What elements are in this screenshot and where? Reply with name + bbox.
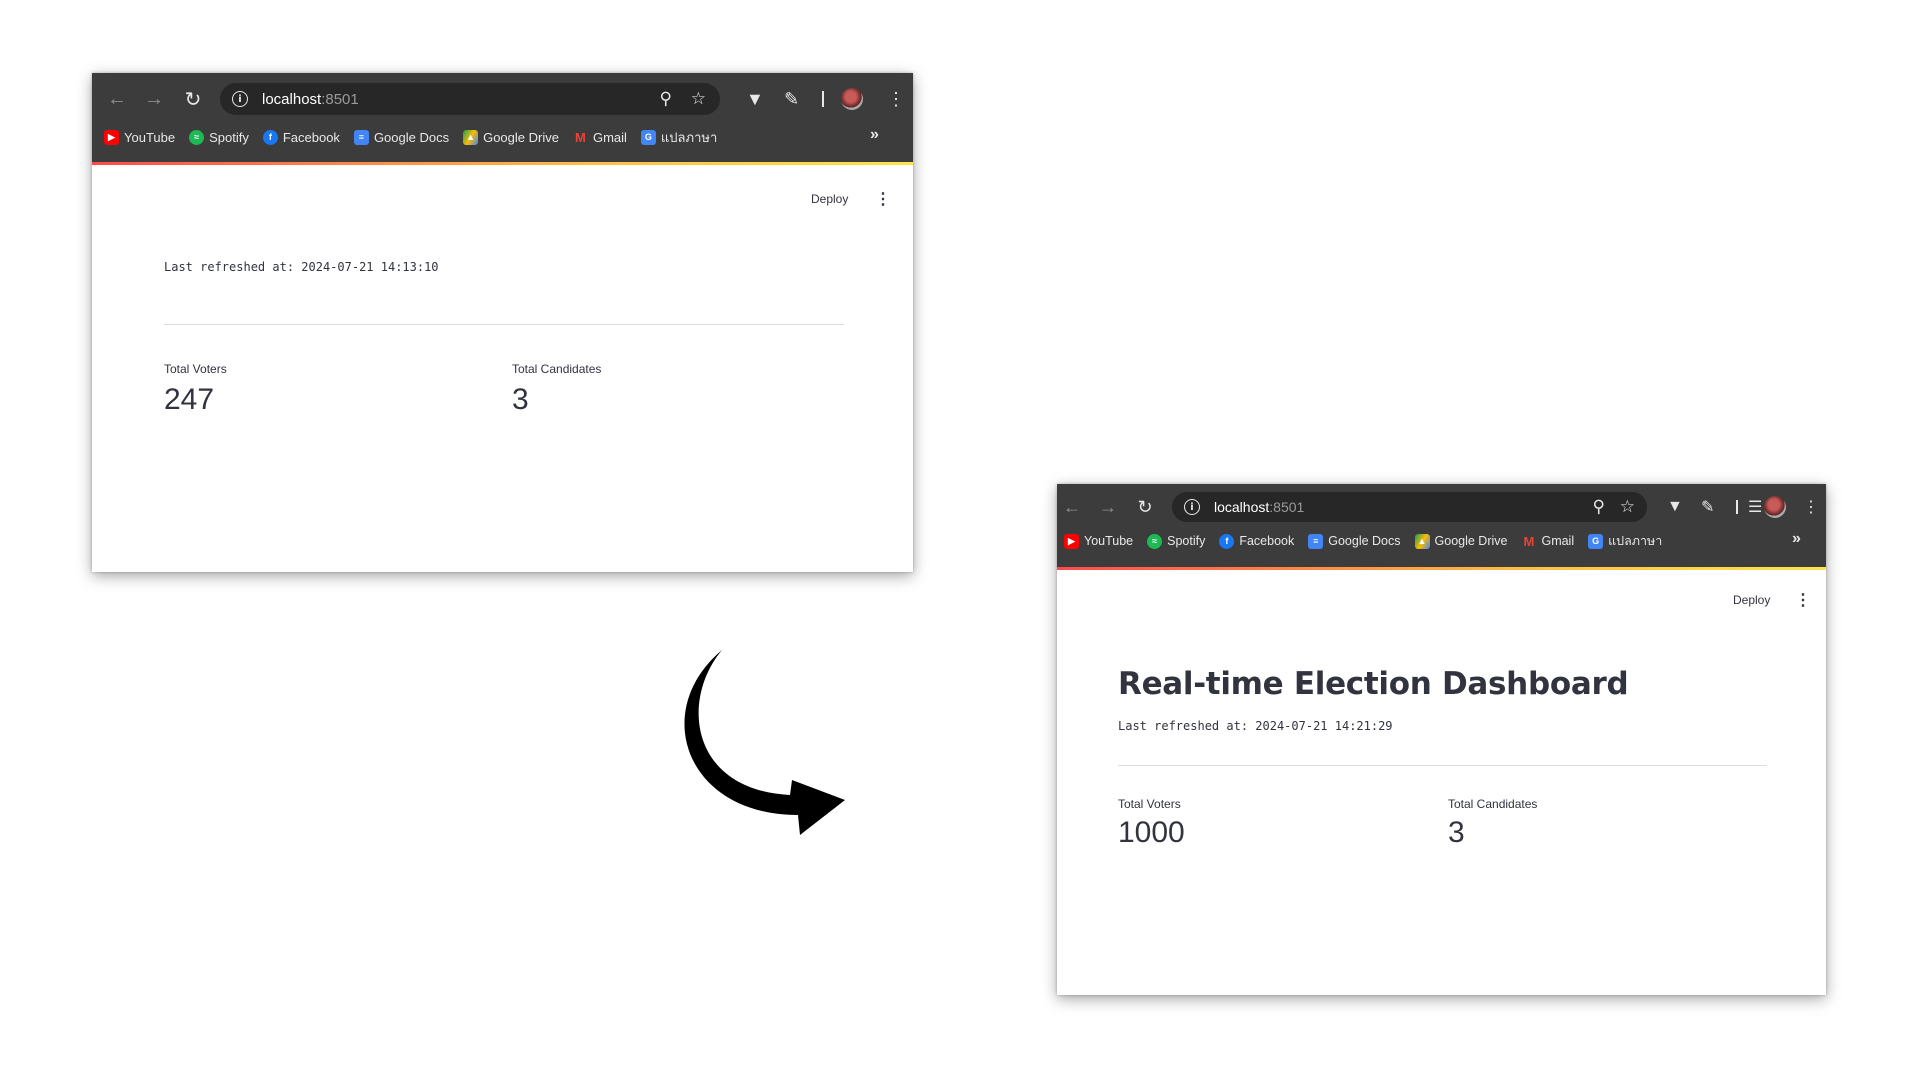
browser-menu-icon[interactable]: ⋮ xyxy=(1803,489,1819,525)
bookmark-facebook[interactable]: f Facebook xyxy=(262,129,340,145)
extensions-puzzle-icon[interactable]: ✎ xyxy=(1701,489,1714,525)
bookmark-star-icon[interactable]: ☆ xyxy=(691,83,706,115)
spotify-icon: ≈ xyxy=(189,129,205,145)
address-bar[interactable]: i localhost:8501 ⚲ ☆ xyxy=(220,83,720,115)
bookmark-spotify[interactable]: ≈ Spotify xyxy=(189,129,249,145)
metric-label-total-voters: Total Voters xyxy=(1118,797,1181,811)
bookmarks-overflow-icon[interactable]: » xyxy=(1792,530,1801,548)
google-translate-icon: G xyxy=(1588,533,1604,549)
address-bar[interactable]: i localhost:8501 ⚲ ☆ xyxy=(1172,492,1647,522)
deploy-button[interactable]: Deploy xyxy=(1733,593,1770,607)
deploy-button[interactable]: Deploy xyxy=(811,192,848,206)
google-drive-icon: ▲ xyxy=(463,129,479,145)
toolbar-separator xyxy=(1736,500,1738,514)
bookmark-star-icon[interactable]: ☆ xyxy=(1620,492,1635,522)
toolbar-separator xyxy=(822,91,824,107)
forward-icon[interactable]: → xyxy=(139,79,169,119)
google-translate-icon: G xyxy=(640,129,656,145)
metric-value-total-voters: 1000 xyxy=(1118,816,1185,849)
browser-toolbar: ← → ↻ i localhost:8501 ⚲ ☆ ▼ ✎ ☰ ⋮ xyxy=(1057,489,1826,525)
divider xyxy=(1118,765,1767,766)
browser-chrome: ← → ↻ i localhost:8501 ⚲ ☆ ▼ ✎ ☰ ⋮ ▶ YouT… xyxy=(1057,484,1826,567)
bookmark-youtube[interactable]: ▶ YouTube xyxy=(104,129,175,145)
media-queue-icon[interactable]: ☰ xyxy=(1748,489,1762,525)
bookmark-google-drive[interactable]: ▲ Google Drive xyxy=(463,129,559,145)
bookmark-gmail[interactable]: M Gmail xyxy=(573,130,627,145)
back-icon[interactable]: ← xyxy=(1057,489,1087,525)
bookmark-google-docs[interactable]: ≡ Google Docs xyxy=(353,129,449,145)
last-refreshed-text: Last refreshed at: 2024-07-21 14:21:29 xyxy=(1118,719,1393,733)
bookmark-youtube[interactable]: ▶ YouTube xyxy=(1064,533,1133,549)
metric-label-total-candidates: Total Candidates xyxy=(512,362,602,376)
forward-icon[interactable]: → xyxy=(1093,489,1123,525)
bookmark-translate[interactable]: G แปลภาษา xyxy=(640,127,717,148)
page-title: Real-time Election Dashboard xyxy=(1118,666,1629,702)
extensions-puzzle-icon[interactable]: ✎ xyxy=(784,79,799,119)
google-docs-icon: ≡ xyxy=(353,129,369,145)
url-text: localhost:8501 xyxy=(1214,499,1305,515)
back-icon[interactable]: ← xyxy=(102,79,132,119)
bookmark-gmail[interactable]: M Gmail xyxy=(1521,533,1575,549)
zoom-icon[interactable]: ⚲ xyxy=(660,83,672,115)
browser-window-before: ← → ↻ i localhost:8501 ⚲ ☆ ▼ ✎ ⋮ ▶ YouTub… xyxy=(92,73,913,572)
metric-value-total-candidates: 3 xyxy=(512,383,529,416)
browser-window-after: ← → ↻ i localhost:8501 ⚲ ☆ ▼ ✎ ☰ ⋮ ▶ YouT… xyxy=(1057,484,1826,995)
browser-chrome: ← → ↻ i localhost:8501 ⚲ ☆ ▼ ✎ ⋮ ▶ YouTub… xyxy=(92,73,913,162)
last-refreshed-text: Last refreshed at: 2024-07-21 14:13:10 xyxy=(164,260,439,274)
facebook-icon: f xyxy=(1219,533,1235,549)
transition-arrow-icon xyxy=(684,650,845,835)
main-menu-icon[interactable]: ⋮ xyxy=(1795,590,1811,610)
metric-label-total-candidates: Total Candidates xyxy=(1448,797,1538,811)
youtube-icon: ▶ xyxy=(1064,533,1079,549)
profile-avatar[interactable] xyxy=(1764,496,1786,518)
google-docs-icon: ≡ xyxy=(1308,533,1324,549)
streamlit-header-decoration xyxy=(1057,567,1826,570)
bookmark-translate[interactable]: G แปลภาษา xyxy=(1588,531,1662,551)
bookmark-google-drive[interactable]: ▲ Google Drive xyxy=(1414,533,1507,549)
browser-toolbar: ← → ↻ i localhost:8501 ⚲ ☆ ▼ ✎ ⋮ xyxy=(92,79,913,119)
reload-icon[interactable]: ↻ xyxy=(178,79,208,119)
bookmark-spotify[interactable]: ≈ Spotify xyxy=(1147,533,1205,549)
google-drive-icon: ▲ xyxy=(1414,533,1430,549)
gmail-icon: M xyxy=(575,129,586,145)
spotify-icon: ≈ xyxy=(1147,533,1163,549)
facebook-icon: f xyxy=(262,129,278,145)
divider xyxy=(164,324,844,325)
site-info-icon[interactable]: i xyxy=(232,91,248,107)
gmail-icon: M xyxy=(1523,533,1535,549)
url-text: localhost:8501 xyxy=(262,90,359,108)
zoom-icon[interactable]: ⚲ xyxy=(1593,492,1605,522)
metric-label-total-voters: Total Voters xyxy=(164,362,227,376)
bookmark-facebook[interactable]: f Facebook xyxy=(1219,533,1294,549)
bookmarks-bar: ▶ YouTube ≈ Spotify f Facebook ≡ Google Docs… xyxy=(1064,529,1826,553)
streamlit-header-decoration xyxy=(92,162,913,165)
metric-value-total-candidates: 3 xyxy=(1448,816,1465,849)
profile-avatar[interactable] xyxy=(841,88,863,110)
reload-icon[interactable]: ↻ xyxy=(1130,489,1160,525)
bookmark-google-docs[interactable]: ≡ Google Docs xyxy=(1308,533,1401,549)
main-menu-icon[interactable]: ⋮ xyxy=(875,189,891,209)
site-info-icon[interactable]: i xyxy=(1184,499,1200,515)
youtube-icon: ▶ xyxy=(104,129,119,145)
browser-menu-icon[interactable]: ⋮ xyxy=(887,79,905,119)
extension-v-icon[interactable]: ▼ xyxy=(746,79,764,119)
bookmarks-overflow-icon[interactable]: » xyxy=(870,126,879,144)
bookmarks-bar: ▶ YouTube ≈ Spotify f Facebook ≡ Google Docs… xyxy=(104,124,913,150)
extension-v-icon[interactable]: ▼ xyxy=(1667,489,1683,525)
metric-value-total-voters: 247 xyxy=(164,383,215,416)
